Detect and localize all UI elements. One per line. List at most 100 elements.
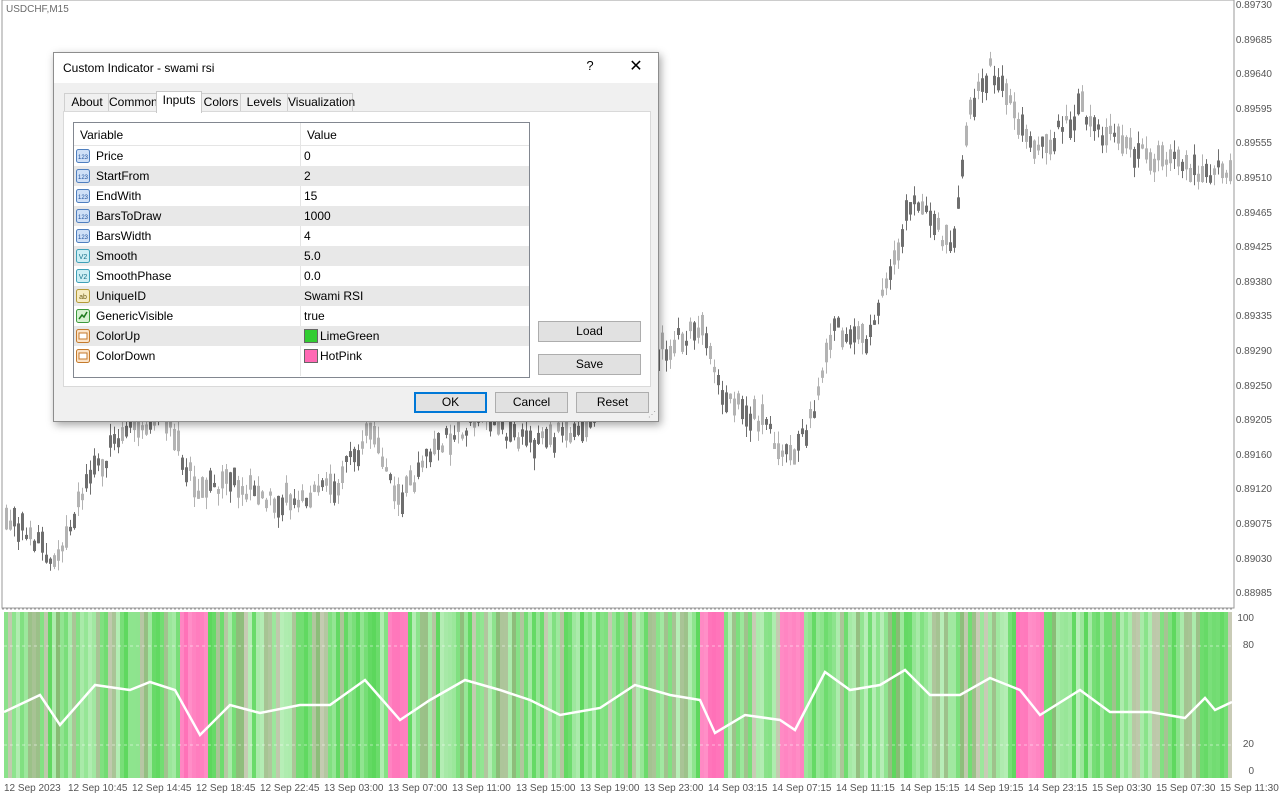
input-value[interactable]: LimeGreen [320, 329, 379, 343]
input-name: ColorUp [96, 329, 141, 343]
candle-body [949, 242, 952, 252]
input-row-barstodraw[interactable]: 123 BarsToDraw 1000 [74, 206, 529, 226]
candle-body [737, 393, 740, 405]
candle-body [1161, 145, 1164, 167]
candle-body [789, 444, 792, 461]
help-button[interactable]: ? [583, 58, 597, 73]
input-value[interactable]: 4 [304, 229, 311, 243]
heat-column [764, 612, 768, 778]
heat-overlay [1152, 612, 1156, 778]
heat-column [132, 612, 136, 778]
candle-body [1205, 163, 1208, 178]
heat-column [716, 612, 720, 778]
input-value[interactable]: HotPink [320, 349, 362, 363]
candle-body [65, 526, 68, 548]
time-tick-label: 13 Sep 19:00 [580, 783, 640, 794]
candle-body [1185, 154, 1188, 170]
tab-colors[interactable]: Colors [201, 93, 241, 112]
candle-body [1033, 140, 1036, 159]
time-tick-label: 13 Sep 23:00 [644, 783, 704, 794]
input-name: ColorDown [96, 349, 156, 363]
color-swatch[interactable] [304, 329, 318, 343]
input-row-colordown[interactable]: ColorDown HotPink [74, 346, 529, 366]
input-name: Price [96, 149, 124, 163]
input-value[interactable]: 5.0 [304, 249, 321, 263]
tab-levels[interactable]: Levels [240, 93, 288, 112]
candle-body [1029, 136, 1032, 148]
integer-icon: 123 [76, 169, 90, 183]
input-value[interactable]: true [304, 309, 325, 323]
heat-column [584, 612, 588, 778]
heat-column [252, 612, 256, 778]
input-row-barswidth[interactable]: 123 BarsWidth 4 [74, 226, 529, 246]
column-header-value[interactable]: Value [307, 128, 337, 142]
input-value[interactable]: 0 [304, 149, 311, 163]
candle-body [1109, 125, 1112, 135]
candle-body [665, 349, 668, 361]
cancel-button[interactable]: Cancel [495, 392, 568, 413]
tab-common[interactable]: Common [108, 93, 158, 112]
heat-column [700, 612, 704, 778]
double-icon: V2 [76, 269, 90, 283]
reset-button[interactable]: Reset [576, 392, 649, 413]
input-value[interactable]: Swami RSI [304, 289, 363, 303]
save-button[interactable]: Save [538, 354, 641, 375]
heat-column [1044, 612, 1048, 778]
candle-body [313, 484, 316, 492]
candle-body [833, 318, 836, 331]
candle-body [705, 333, 708, 349]
heat-column [640, 612, 644, 778]
candle-body [945, 224, 948, 245]
time-tick-label: 15 Sep 11:30 [1220, 783, 1279, 794]
input-row-price[interactable]: 123 Price 0 [74, 146, 529, 166]
heat-column [124, 612, 128, 778]
input-row-uniqueid[interactable]: ab UniqueID Swami RSI [74, 286, 529, 306]
input-value[interactable]: 15 [304, 189, 317, 203]
candle-body [21, 513, 24, 531]
heat-overlay [752, 612, 756, 778]
candle-body [757, 420, 760, 432]
color-swatch[interactable] [304, 349, 318, 363]
heat-column [788, 612, 792, 778]
candle-body [105, 460, 108, 469]
candle-body [241, 486, 244, 495]
heat-column [1148, 612, 1152, 778]
heat-column [492, 612, 496, 778]
heat-overlay [268, 612, 272, 778]
candle-body [749, 413, 752, 431]
candle-body [417, 462, 420, 477]
dialog-titlebar[interactable]: Custom Indicator - swami rsi ? ✕ [54, 53, 658, 83]
candle-body [1041, 136, 1044, 147]
heat-overlay [856, 612, 860, 778]
candle-body [425, 448, 428, 457]
input-row-endwith[interactable]: 123 EndWith 15 [74, 186, 529, 206]
input-row-colorup[interactable]: ColorUp LimeGreen [74, 326, 529, 346]
column-header-variable[interactable]: Variable [80, 128, 123, 142]
input-row-startfrom[interactable]: 123 StartFrom 2 [74, 166, 529, 186]
input-row-genericvisible[interactable]: GenericVisible true [74, 306, 529, 326]
candle-body [245, 493, 248, 500]
tab-visualization[interactable]: Visualization [287, 93, 355, 112]
input-value[interactable]: 0.0 [304, 269, 321, 283]
input-row-smooth[interactable]: V2 Smooth 5.0 [74, 246, 529, 266]
candle-body [1201, 166, 1204, 183]
inputs-panel: Variable Value 123 Price 0 123 StartFrom 2 123… [63, 111, 651, 387]
close-button[interactable]: ✕ [626, 57, 646, 77]
candle-body [1193, 154, 1196, 176]
input-value[interactable]: 2 [304, 169, 311, 183]
heat-column [360, 612, 364, 778]
candle-body [1217, 160, 1220, 168]
load-button[interactable]: Load [538, 321, 641, 342]
tab-about[interactable]: About [64, 93, 110, 112]
input-row-smoothphase[interactable]: V2 SmoothPhase 0.0 [74, 266, 529, 286]
heat-overlay [144, 612, 148, 778]
heat-column [1096, 612, 1100, 778]
heat-column [908, 612, 912, 778]
tab-inputs[interactable]: Inputs [156, 91, 202, 113]
ok-button[interactable]: OK [414, 392, 487, 413]
candle-body [381, 456, 384, 467]
resize-grip-icon[interactable]: ⋰ [648, 410, 656, 419]
input-value[interactable]: 1000 [304, 209, 331, 223]
heat-column [184, 612, 188, 778]
heat-overlay [312, 612, 316, 778]
